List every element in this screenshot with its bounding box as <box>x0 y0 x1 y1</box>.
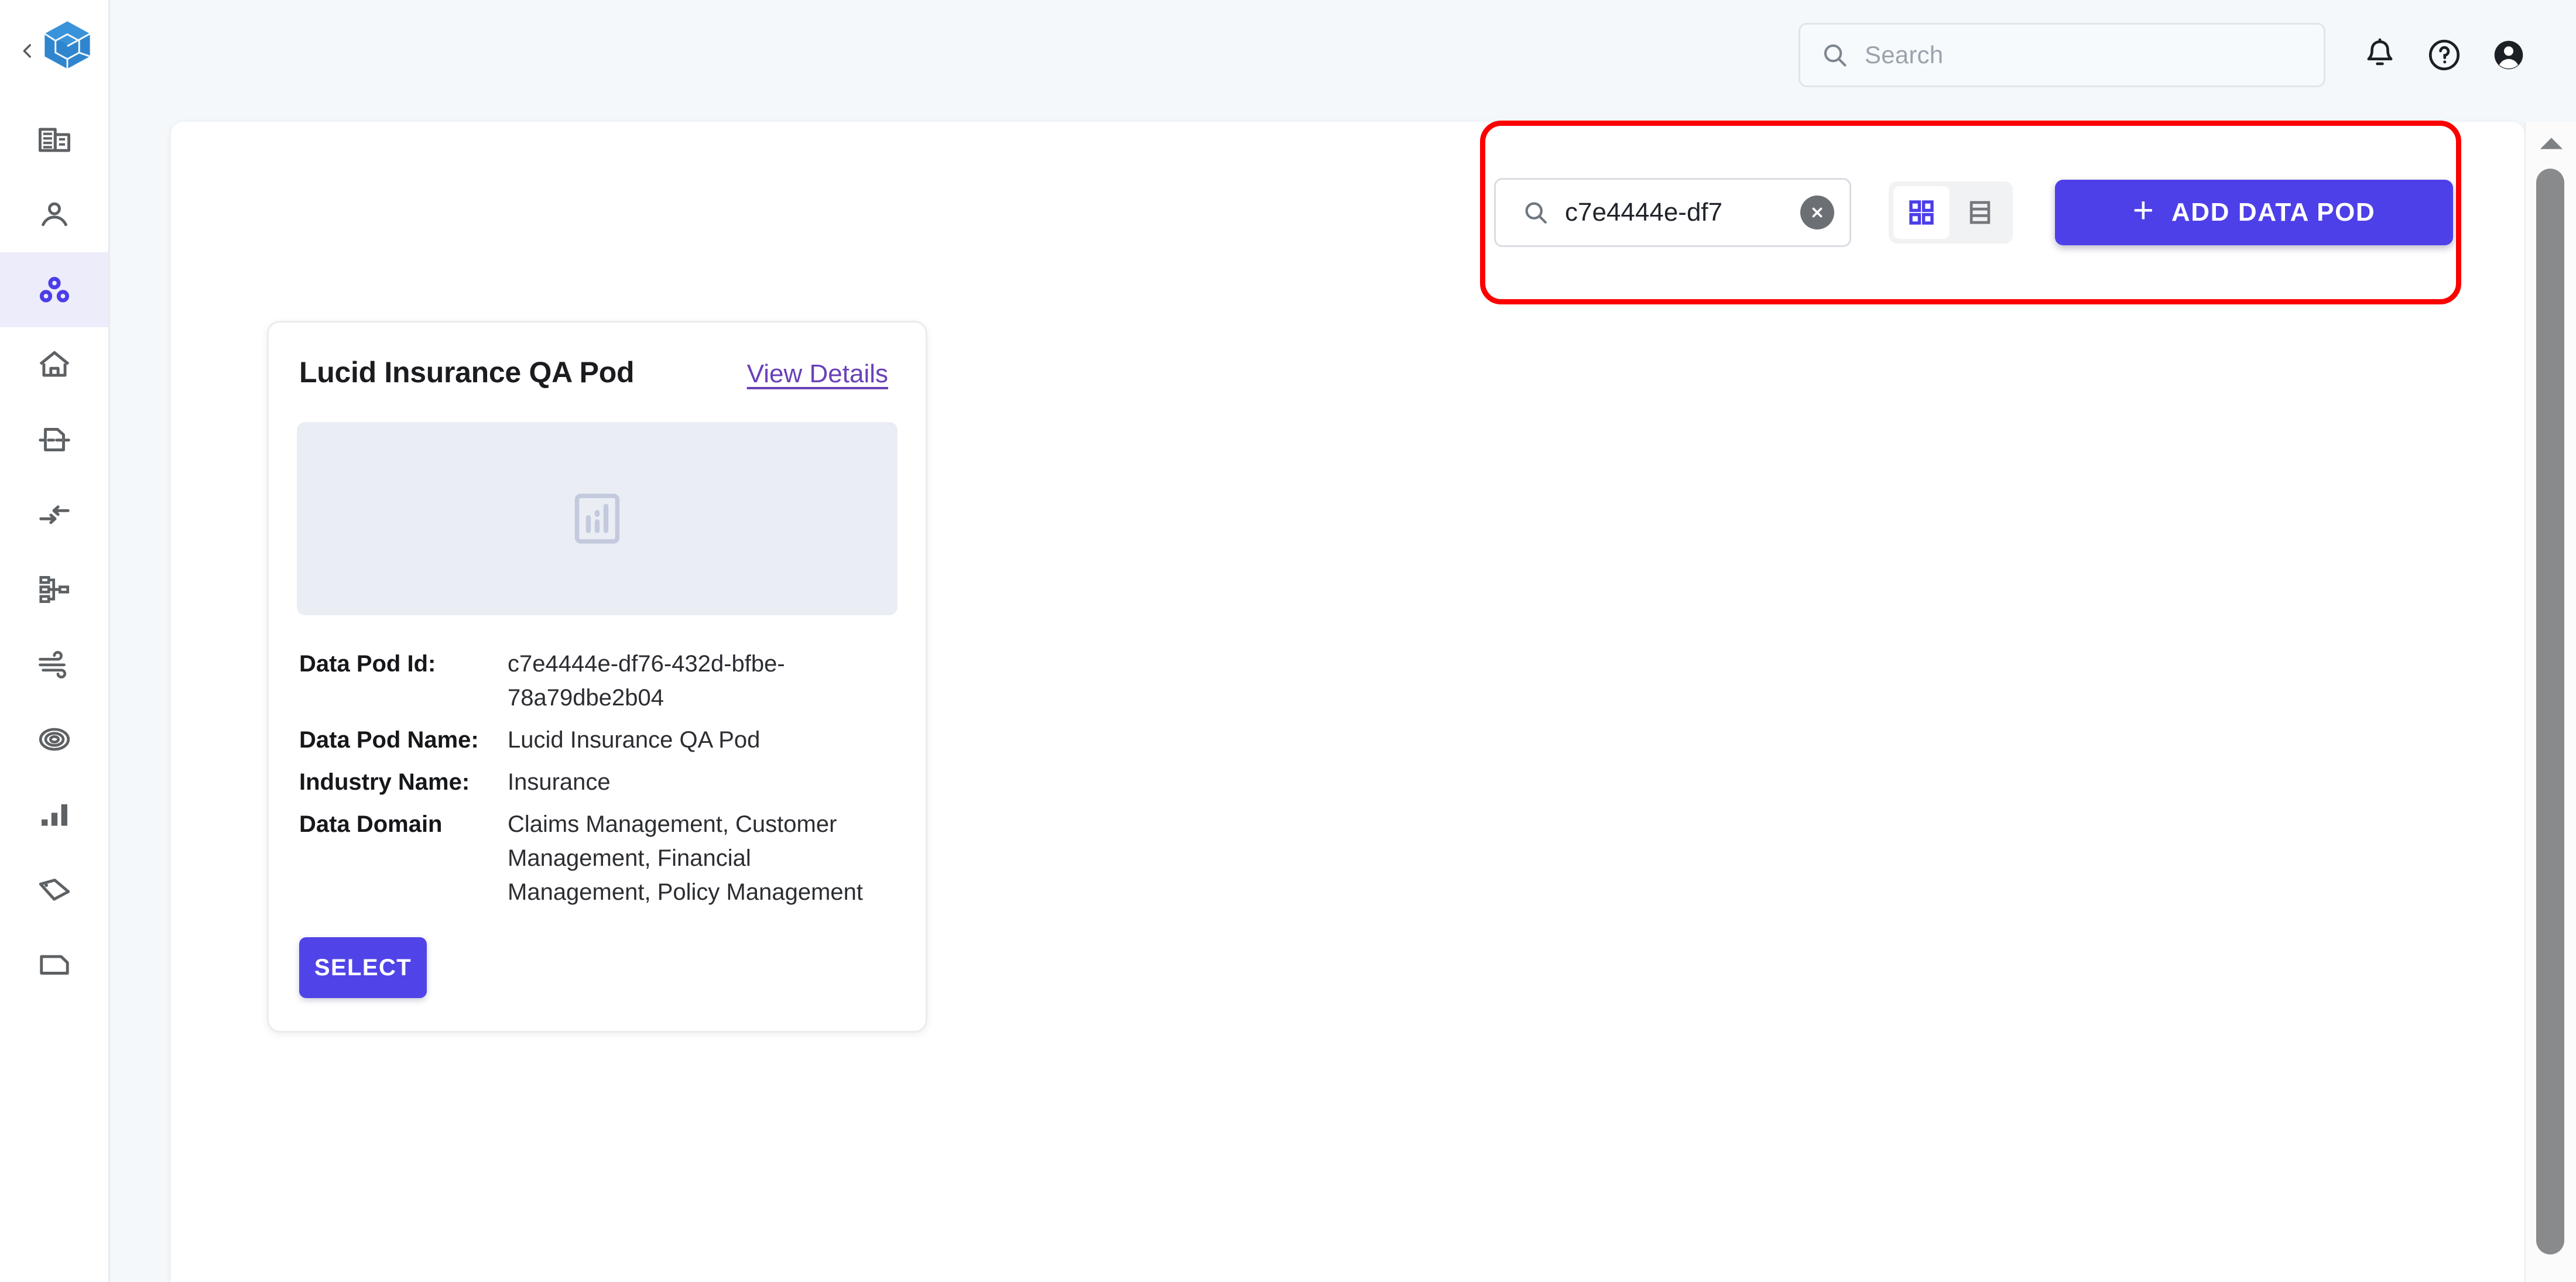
target-spiral-icon <box>36 721 73 757</box>
meta-value-data-domain: Claims Management, Customer Management, … <box>508 811 863 905</box>
sidebar-item-user[interactable] <box>0 177 108 252</box>
grid-view-icon <box>1906 197 1937 228</box>
arrows-exchange-icon <box>36 496 73 533</box>
home-icon <box>36 347 73 383</box>
bell-icon[interactable] <box>2348 23 2412 87</box>
wind-flow-icon <box>36 646 73 683</box>
hierarchy-icon <box>36 571 73 608</box>
app-root: Search c7e4444e-df7 + ADD DATA POD Lucid… <box>0 0 2576 1282</box>
view-mode-toggle <box>1889 181 2013 244</box>
bar-chart-placeholder-icon <box>566 488 628 550</box>
list-view-button[interactable] <box>1952 186 2008 239</box>
account-circle-icon[interactable] <box>2476 23 2541 87</box>
sidebar-item-pipeline[interactable] <box>0 627 108 702</box>
sidebar-item-tags[interactable] <box>0 852 108 927</box>
sidebar-nav-list <box>0 102 108 1002</box>
select-button-label: SELECT <box>314 954 412 981</box>
topbar: Search <box>110 0 2576 110</box>
list-view-icon <box>1964 197 1996 228</box>
meta-value-pod-name: Lucid Insurance QA Pod <box>508 727 761 753</box>
scrollbar-thumb[interactable] <box>2536 169 2564 1254</box>
data-pod-search-input[interactable]: c7e4444e-df7 <box>1494 178 1851 247</box>
sidebar-item-target[interactable] <box>0 702 108 777</box>
meta-key-industry-name: Industry Name: <box>299 769 470 795</box>
data-pod-card[interactable]: Lucid Insurance QA Pod View Details Data… <box>267 321 927 1033</box>
data-pod-toolbar: c7e4444e-df7 + ADD DATA POD <box>1494 178 2453 247</box>
scroll-up-arrow-icon[interactable] <box>2526 122 2576 165</box>
data-pod-card-title: Lucid Insurance QA Pod <box>299 356 635 389</box>
global-search-placeholder: Search <box>1865 41 1944 68</box>
sidebar-item-data-pods[interactable] <box>0 252 108 327</box>
meta-value-pod-id: c7e4444e-df76-432d-bfbe-78a79dbe2b04 <box>508 651 785 711</box>
help-circle-icon[interactable] <box>2412 23 2476 87</box>
tag-icon <box>36 871 73 907</box>
main-panel: c7e4444e-df7 + ADD DATA POD Lucid Insura… <box>171 122 2524 1282</box>
data-pod-metadata: Data Pod Id: c7e4444e-df76-432d-bfbe-78a… <box>297 647 898 998</box>
sidebar-item-reports[interactable] <box>0 927 108 1002</box>
plus-icon: + <box>2132 190 2154 231</box>
meta-key-pod-name: Data Pod Name: <box>299 727 479 753</box>
meta-value-industry-name: Insurance <box>508 769 611 795</box>
data-pod-card-header: Lucid Insurance QA Pod View Details <box>297 351 898 389</box>
clear-circle-icon[interactable] <box>1800 196 1834 229</box>
global-search-input[interactable]: Search <box>1799 23 2325 87</box>
sidebar-item-analytics[interactable] <box>0 777 108 852</box>
select-button[interactable]: SELECT <box>299 937 427 998</box>
sidebar-item-data-source[interactable] <box>0 402 108 477</box>
sidebar-header <box>0 0 108 102</box>
search-icon <box>1522 198 1550 227</box>
data-pods-icon <box>36 272 73 308</box>
add-data-pod-button[interactable]: + ADD DATA POD <box>2055 180 2453 245</box>
sidebar <box>0 0 110 1282</box>
meta-key-data-domain: Data Domain <box>299 811 443 837</box>
file-icon <box>36 946 73 982</box>
sidebar-item-transfer[interactable] <box>0 477 108 552</box>
view-details-link[interactable]: View Details <box>747 359 888 389</box>
chevron-left-icon[interactable] <box>13 36 42 66</box>
cube-logo-icon[interactable] <box>40 18 95 73</box>
sidebar-item-organization[interactable] <box>0 102 108 177</box>
meta-key-pod-id: Data Pod Id: <box>299 651 436 677</box>
vertical-scrollbar[interactable] <box>2524 122 2576 1282</box>
building-icon <box>36 122 73 158</box>
bar-chart-icon <box>36 796 73 832</box>
sidebar-item-lineage[interactable] <box>0 552 108 627</box>
add-data-pod-label: ADD DATA POD <box>2171 198 2376 227</box>
data-pod-search-value: c7e4444e-df7 <box>1565 198 1723 227</box>
grid-view-button[interactable] <box>1893 186 1950 239</box>
document-split-icon <box>36 421 73 458</box>
data-pod-thumbnail <box>297 422 898 615</box>
sidebar-item-home[interactable] <box>0 327 108 402</box>
search-icon <box>1820 40 1849 70</box>
person-icon <box>36 197 73 233</box>
